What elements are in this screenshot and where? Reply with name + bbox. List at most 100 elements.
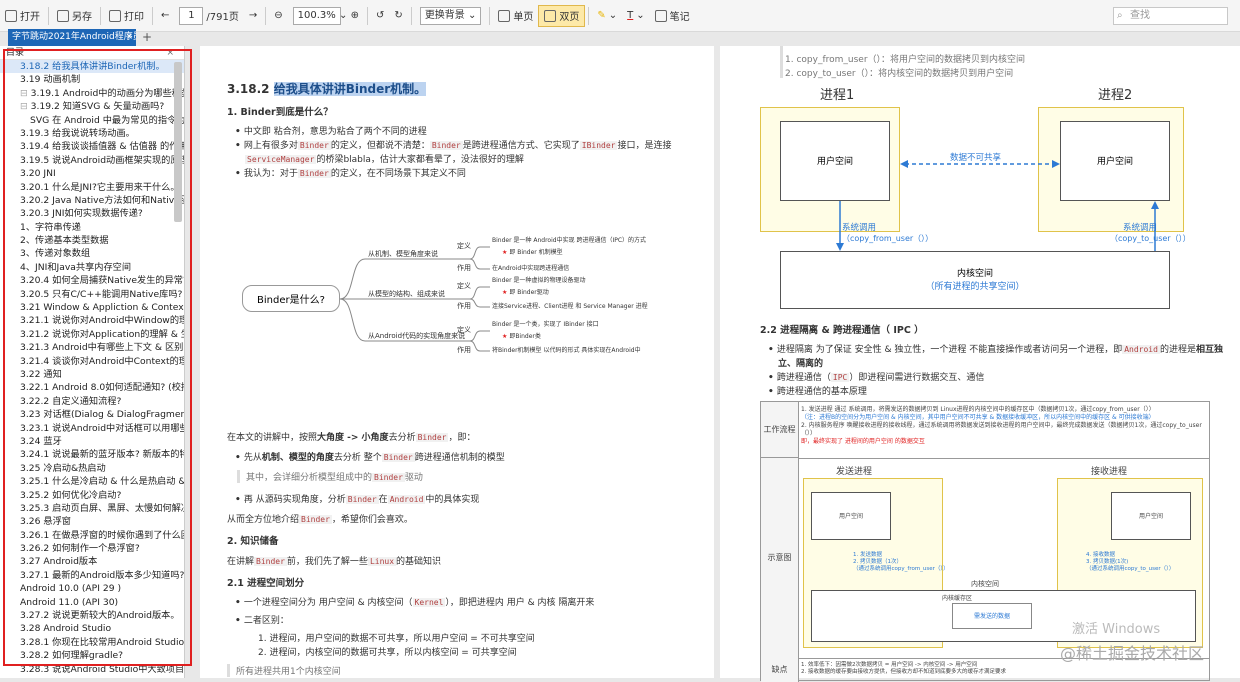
- toc-item[interactable]: 3.21.3 Android中有哪些上下文 & 区别 &: [0, 341, 184, 354]
- toc-item[interactable]: ⊟ 3.19.2 知道SVG & 矢量动画吗?: [0, 100, 184, 113]
- toc-item[interactable]: 3.23.1 说说Android中对话框可以用哪些: [0, 422, 184, 435]
- tab-close-icon[interactable]: ×: [125, 29, 133, 46]
- toc-item[interactable]: 3.19 动画机制: [0, 73, 184, 86]
- toc-item[interactable]: 3.28.3 说说Android Studio中大致项目结: [0, 663, 184, 676]
- toc-item-label: 3.28.2 如何理解gradle?: [20, 650, 124, 662]
- toc-item[interactable]: 3.21.4 谈谈你对Android中Context的理解: [0, 355, 184, 368]
- mindmap-branch: 从Android代码的实现角度来说: [368, 332, 466, 340]
- quote: 所有进程共用1个内核空间: [227, 664, 341, 677]
- text-color-button[interactable]: T ⌄: [622, 5, 650, 27]
- heading: 2. 知识储备: [227, 536, 279, 547]
- rotate-left-button[interactable]: ↺: [371, 5, 389, 27]
- toc-item[interactable]: 3.19.4 给我谈谈插值器 & 估值器 的作用: [0, 140, 184, 153]
- zoom-select[interactable]: 100.3% ⌄: [292, 6, 347, 25]
- divider: [100, 6, 101, 25]
- toc-item[interactable]: 3.21 Window & Appliction & Context: [0, 301, 184, 314]
- saveas-button[interactable]: 另存: [52, 5, 97, 27]
- text-color-icon: T: [627, 10, 634, 21]
- toc-item[interactable]: 3.18.2 给我具体讲讲Binder机制。: [0, 60, 184, 74]
- toc-item[interactable]: 3.23 对话框(Dialog & DialogFragment: [0, 408, 184, 421]
- mindmap-branch: 从机制、模型角度来说: [368, 250, 438, 258]
- toc-item[interactable]: 3.21.1 说说你对Android中Window的理解: [0, 314, 184, 327]
- syscall-label: 系统调用: [1123, 223, 1158, 233]
- toc-item[interactable]: 3.20.1 什么是JNI?它主要用来干什么。: [0, 181, 184, 194]
- sidebar-header: 目录 ×: [0, 46, 184, 60]
- toc-item[interactable]: 3、传递对象数组: [0, 247, 184, 260]
- zoom-in-icon: ⊕: [350, 10, 360, 21]
- document-page-right: 1. copy_from_user（）：将用户空间的数据拷贝到内核空间 2. c…: [720, 46, 1240, 682]
- toc-item[interactable]: 3.26.2 如何制作一个悬浮窗?: [0, 542, 184, 555]
- bullet: 再 从源码实现角度，分析Binder在Android中的具体实现: [235, 492, 479, 505]
- toc-item-label: 3.25.2 如何优化冷启动?: [20, 489, 122, 501]
- toc-item[interactable]: 3.25 冷启动&热启动: [0, 462, 184, 475]
- toc-item[interactable]: 3.26 悬浮窗: [0, 515, 184, 528]
- toc-item[interactable]: 3.27 Android版本: [0, 555, 184, 568]
- toc-item[interactable]: Android 10.0 (API 29 ): [0, 582, 184, 595]
- toc-item-label: 3.25.1 什么是冷启动 & 什么是热启动 &: [20, 476, 184, 488]
- toc-item[interactable]: 3.20.5 只有C/C++能调用Native库吗?: [0, 288, 184, 301]
- next-page-button[interactable]: →: [244, 5, 262, 27]
- toc-item[interactable]: 3.25.3 启动页白屏、黑屏、太慢如何解决: [0, 502, 184, 515]
- tab-add-button[interactable]: +: [142, 30, 152, 44]
- bullet: 进程隔离 为了保证 安全性 & 独立性，一个进程 不能直接操作或者访问另一个进程…: [768, 342, 1223, 355]
- toc-item[interactable]: 3.27.1 最新的Android版本多少知道吗?:: [0, 569, 184, 582]
- toc-item[interactable]: 3.22.2 自定义通知流程?: [0, 395, 184, 408]
- toc-item[interactable]: 3.28.2 如何理解gradle?: [0, 649, 184, 662]
- tab-document[interactable]: 字节跳动2021年Android程序员.. ×: [8, 29, 136, 46]
- recv-process-label: 接收进程: [1091, 467, 1128, 477]
- toc-item[interactable]: 3.20.2 Java Native方法如何和Native函数: [0, 194, 184, 207]
- list-item: 1. 进程间，用户空间的数据不可共享，所以用户空间 = 不可共享空间: [258, 634, 535, 644]
- zoom-in-button[interactable]: ⊕: [346, 5, 364, 27]
- toc-item[interactable]: 3.19.5 说说Android动画框架实现的原理: [0, 154, 184, 167]
- toc-item[interactable]: SVG 在 Android 中最为常见的指令为: [0, 114, 184, 127]
- toc-item[interactable]: 3.26.1 在做悬浮窗的时候你遇到了什么困: [0, 529, 184, 542]
- toc-item[interactable]: 3.22 通知: [0, 368, 184, 381]
- page-total: /791页: [206, 12, 239, 23]
- sidebar-scrollbar[interactable]: [174, 62, 182, 222]
- search-input[interactable]: ⌕ 查找: [1113, 7, 1228, 25]
- rotate-right-button[interactable]: ↻: [389, 5, 407, 27]
- print-icon: [109, 9, 121, 22]
- prev-page-button[interactable]: ←: [156, 5, 174, 27]
- toc-item[interactable]: 3.22.1 Android 8.0如何适配通知? (校招: [0, 381, 184, 394]
- toc-item[interactable]: 3.28 Android Studio: [0, 622, 184, 635]
- toc-item[interactable]: 2、传递基本类型数据: [0, 234, 184, 247]
- toc-item[interactable]: 3.20 JNI: [0, 167, 184, 180]
- toc-item-label: 3.20.4 如何全局捕获Native发生的异常?: [20, 275, 184, 287]
- toc-item-label: 3.19.4 给我谈谈插值器 & 估值器 的作用: [20, 141, 184, 153]
- star-icon: ★: [502, 289, 508, 296]
- zoom-out-button[interactable]: ⊖: [269, 5, 287, 27]
- print-button[interactable]: 打印: [104, 5, 149, 27]
- toc-item[interactable]: 3.19.3 给我说说转场动画。: [0, 127, 184, 140]
- star-icon: ★: [502, 249, 508, 256]
- toc-item[interactable]: 4、JNI和Java共享内存空间: [0, 261, 184, 274]
- toc-item[interactable]: 3.24 蓝牙: [0, 435, 184, 448]
- double-page-button[interactable]: 双页: [538, 4, 586, 27]
- background-select[interactable]: 更换背景 ⌄: [419, 6, 482, 25]
- toc-item[interactable]: 3.21.2 说说你对Application的理解 & 生: [0, 328, 184, 341]
- toc-item[interactable]: 1、字符串传递: [0, 221, 184, 234]
- toc-item[interactable]: 3.25.1 什么是冷启动 & 什么是热启动 &: [0, 475, 184, 488]
- section-title: 3.18.2 给我具体讲讲Binder机制。: [227, 82, 427, 96]
- mindmap-leaf: Binder 是一种 Android中实现 跨进程通信（IPC）的方式: [492, 237, 647, 244]
- toc-item[interactable]: 3.20.4 如何全局捕获Native发生的异常?: [0, 274, 184, 287]
- highlight-button[interactable]: ✎ ⌄: [592, 5, 622, 27]
- toc-item[interactable]: 3.28.1 你现在比较常用Android Studio那: [0, 636, 184, 649]
- page-number-input[interactable]: 1: [179, 6, 204, 25]
- divider: [265, 6, 267, 25]
- toc-item-label: 3.20.1 什么是JNI?它主要用来干什么。: [20, 181, 180, 193]
- single-page-icon: [498, 9, 511, 22]
- single-page-button[interactable]: 单页: [493, 5, 538, 27]
- toc-item[interactable]: Android 11.0 (API 30): [0, 596, 184, 609]
- toc-item-label: 3.19.3 给我说说转场动画。: [20, 127, 135, 139]
- toc-item[interactable]: 3.24.1 说说最新的蓝牙版本? 新版本的特: [0, 448, 184, 461]
- open-button[interactable]: 打开: [0, 5, 45, 27]
- note-button[interactable]: 笔记: [650, 5, 695, 27]
- toc-item[interactable]: 3.20.3 JNI如何实现数据传递?: [0, 207, 184, 220]
- sidebar-close-icon[interactable]: ×: [166, 46, 174, 60]
- toc-item-label: 3.21.1 说说你对Android中Window的理解: [20, 315, 184, 327]
- toc-item[interactable]: ⊟ 3.19.1 Android中的动画分为哪些种类 &: [0, 87, 184, 100]
- toc-item[interactable]: 3.25.2 如何优化冷启动?: [0, 489, 184, 502]
- toc-item[interactable]: 3.27.2 说说更新较大的Android版本。: [0, 609, 184, 622]
- divider: [48, 6, 49, 25]
